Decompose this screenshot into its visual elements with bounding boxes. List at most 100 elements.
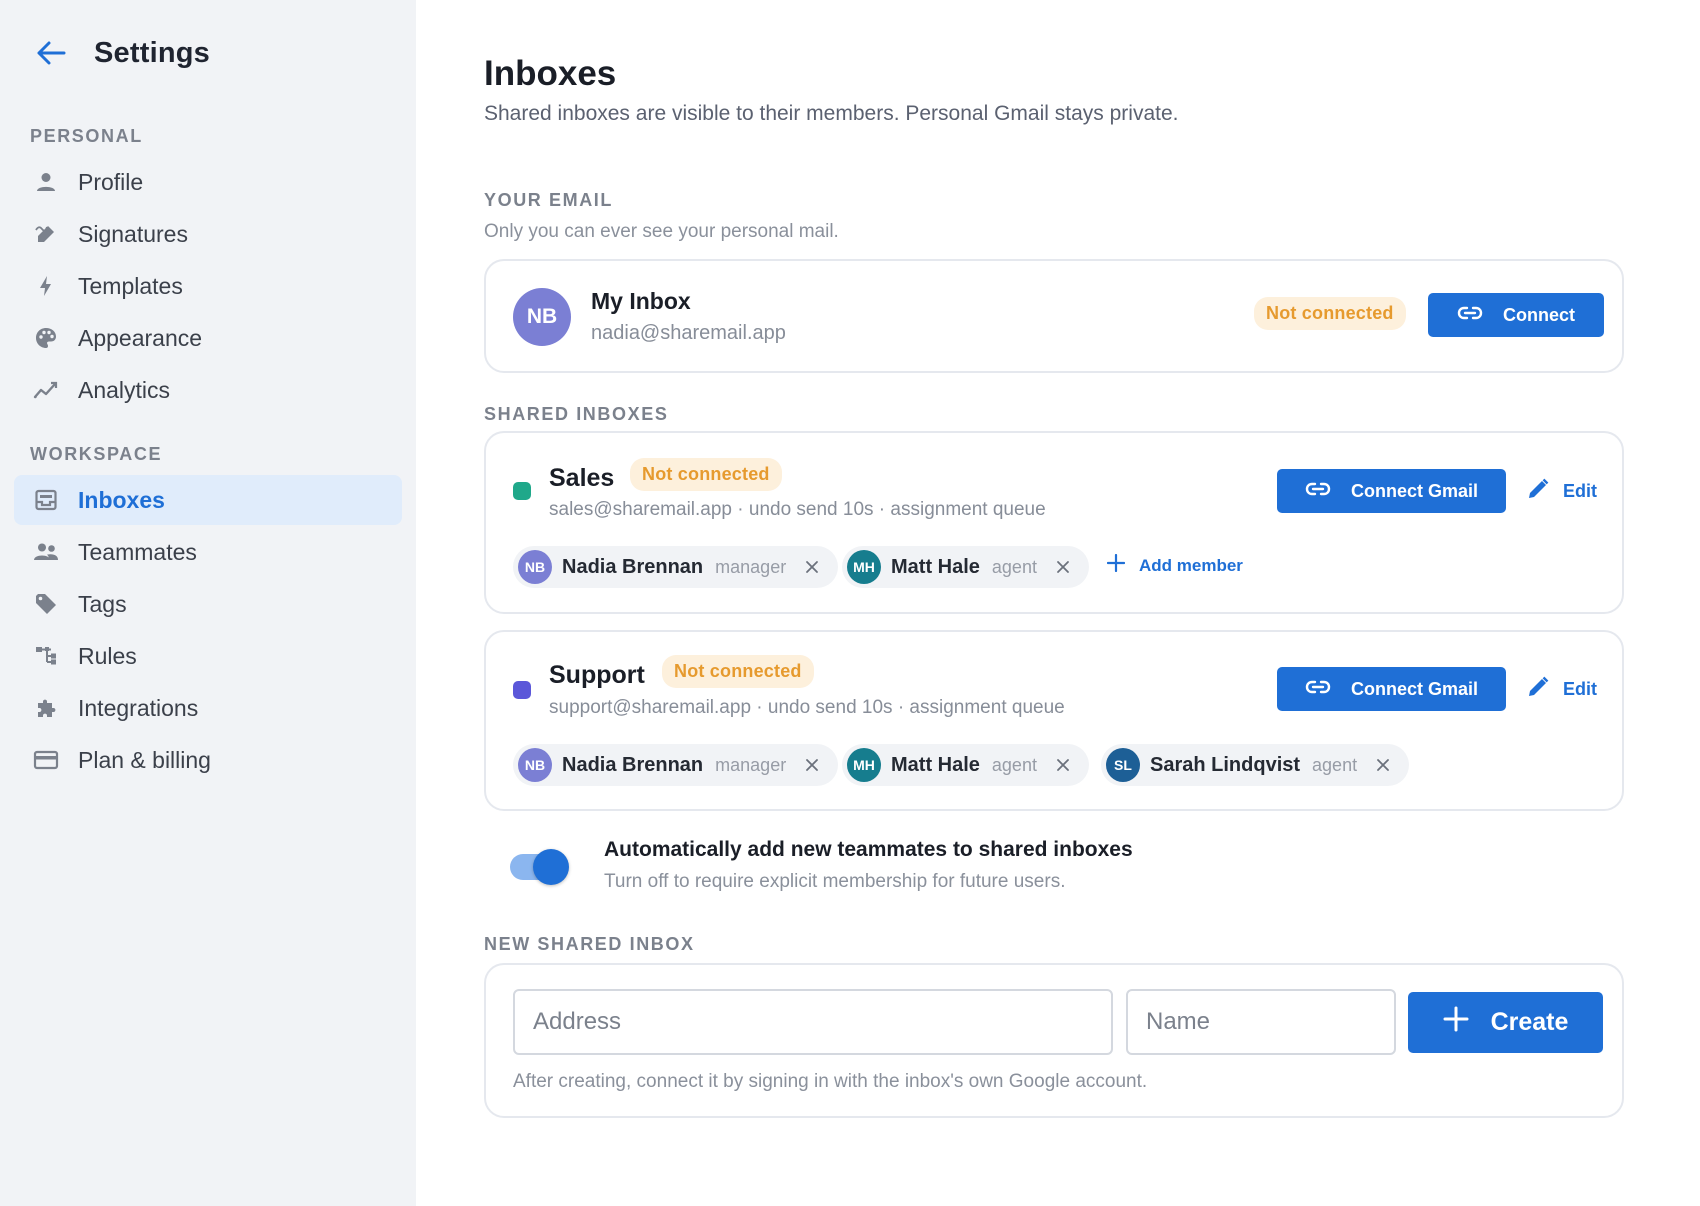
tag-icon	[32, 590, 60, 618]
auto-add-hint: Turn off to require explicit membership …	[604, 871, 1066, 892]
member-name: Matt Hale	[891, 555, 980, 578]
section-label-workspace: WORKSPACE	[30, 444, 163, 464]
inboxes-settings-panel: Inboxes Shared inboxes are visible to th…	[416, 0, 1700, 1206]
your-email-label: YOUR EMAIL	[484, 190, 614, 210]
avatar: MH	[847, 550, 881, 584]
my-inbox-card: NB My Inbox nadia@sharemail.app Not conn…	[484, 259, 1624, 373]
credit-card-icon	[32, 746, 60, 774]
remove-member-icon[interactable]	[802, 557, 822, 577]
auto-add-toggle[interactable]	[510, 849, 569, 885]
create-button-label: Create	[1490, 1008, 1569, 1036]
member-role: agent	[991, 754, 1037, 775]
pencil-icon	[1527, 478, 1549, 505]
connect-gmail-button[interactable]: Connect Gmail	[1277, 469, 1506, 513]
edit-label: Edit	[1563, 679, 1597, 699]
page-title: Inboxes	[484, 54, 617, 93]
member-role: manager	[715, 556, 787, 577]
create-button[interactable]: Create	[1408, 992, 1603, 1053]
inbox-meta: sales@sharemail.app · undo send 10s · as…	[549, 499, 1046, 520]
sidebar-item-analytics[interactable]: Analytics	[14, 365, 402, 415]
sidebar-item-label: Profile	[78, 168, 144, 195]
your-email-hint: Only you can ever see your personal mail…	[484, 221, 839, 242]
signature-icon	[32, 220, 60, 248]
sidebar-item-profile[interactable]: Profile	[14, 157, 402, 207]
sidebar-item-inboxes[interactable]: Inboxes	[14, 475, 402, 525]
connect-button[interactable]: Connect	[1428, 293, 1604, 337]
avatar: SL	[1106, 748, 1140, 782]
page-subtitle: Shared inboxes are visible to their memb…	[484, 102, 1179, 125]
connect-gmail-button[interactable]: Connect Gmail	[1277, 667, 1506, 711]
sidebar-item-label: Tags	[78, 590, 127, 617]
edit-label: Edit	[1563, 481, 1597, 501]
add-member-button[interactable]: Add member	[1106, 553, 1243, 577]
sidebar-item-integrations[interactable]: Integrations	[14, 683, 402, 733]
avatar: NB	[513, 288, 571, 346]
inbox-name: Sales	[549, 464, 615, 492]
edit-button[interactable]: Edit	[1527, 478, 1597, 505]
avatar: NB	[518, 550, 552, 584]
toggle-knob	[533, 849, 569, 885]
sidebar-item-signatures[interactable]: Signatures	[14, 209, 402, 259]
people-icon	[32, 538, 60, 566]
my-inbox-address: nadia@sharemail.app	[591, 322, 786, 344]
sidebar-item-tags[interactable]: Tags	[14, 579, 402, 629]
plus-icon	[1106, 553, 1126, 577]
add-member-label: Add member	[1139, 555, 1243, 575]
remove-member-icon[interactable]	[802, 755, 822, 775]
inbox-color-dot	[513, 482, 531, 500]
pencil-icon	[1527, 676, 1549, 703]
sidebar-item-label: Inboxes	[78, 486, 165, 513]
remove-member-icon[interactable]	[1053, 755, 1073, 775]
inbox-icon	[32, 486, 60, 514]
settings-sidebar: Settings PERSONAL Profile Signatures Tem…	[0, 0, 416, 1206]
inbox-color-dot	[513, 681, 531, 699]
sidebar-item-label: Plan & billing	[78, 746, 211, 773]
chart-line-icon	[32, 376, 60, 404]
remove-member-icon[interactable]	[1053, 557, 1073, 577]
link-icon	[1457, 305, 1483, 326]
sidebar-item-appearance[interactable]: Appearance	[14, 313, 402, 363]
auto-add-title: Automatically add new teammates to share…	[604, 838, 1133, 861]
back-arrow-icon[interactable]	[34, 36, 68, 70]
link-icon	[1305, 481, 1331, 502]
new-shared-inbox-label: NEW SHARED INBOX	[484, 934, 695, 954]
member-name: Matt Hale	[891, 753, 980, 776]
palette-icon	[32, 324, 60, 352]
address-input[interactable]	[513, 989, 1113, 1055]
name-input[interactable]	[1126, 989, 1396, 1055]
connect-gmail-label: Connect Gmail	[1350, 678, 1479, 699]
member-role: manager	[715, 754, 787, 775]
member-name: Nadia Brennan	[562, 753, 704, 776]
sidebar-header: Settings	[34, 36, 210, 70]
sidebar-item-teammates[interactable]: Teammates	[14, 527, 402, 577]
bolt-icon	[32, 272, 60, 300]
member-role: agent	[1312, 754, 1358, 775]
rules-icon	[32, 642, 60, 670]
sidebar-item-label: Appearance	[78, 324, 203, 351]
status-badge: Not connected	[662, 655, 814, 688]
edit-button[interactable]: Edit	[1527, 676, 1597, 703]
sidebar-item-label: Integrations	[78, 694, 199, 721]
member-name: Sarah Lindqvist	[1150, 753, 1301, 776]
sidebar-item-label: Teammates	[78, 538, 197, 565]
shared-inbox-card-support: Support Not connected support@sharemail.…	[484, 630, 1624, 811]
link-icon	[1305, 679, 1331, 700]
member-chip: MH Matt Hale agent	[842, 546, 1089, 588]
sidebar-item-label: Templates	[78, 272, 183, 299]
section-label-personal: PERSONAL	[30, 126, 143, 146]
sidebar-item-label: Signatures	[78, 220, 188, 247]
sidebar-item-templates[interactable]: Templates	[14, 261, 402, 311]
sidebar-title: Settings	[94, 36, 210, 69]
shared-inboxes-label: SHARED INBOXES	[484, 404, 669, 424]
sidebar-item-plan-billing[interactable]: Plan & billing	[14, 735, 402, 785]
member-role: agent	[991, 556, 1037, 577]
sidebar-item-label: Rules	[78, 642, 137, 669]
remove-member-icon[interactable]	[1373, 755, 1393, 775]
member-chip: NB Nadia Brennan manager	[513, 546, 839, 588]
sidebar-item-rules[interactable]: Rules	[14, 631, 402, 681]
plus-icon	[1443, 1006, 1469, 1039]
my-inbox-name: My Inbox	[591, 288, 691, 314]
status-badge: Not connected	[630, 458, 782, 491]
shared-inbox-card-sales: Sales Not connected sales@sharemail.app …	[484, 431, 1624, 614]
connect-gmail-label: Connect Gmail	[1350, 480, 1479, 501]
